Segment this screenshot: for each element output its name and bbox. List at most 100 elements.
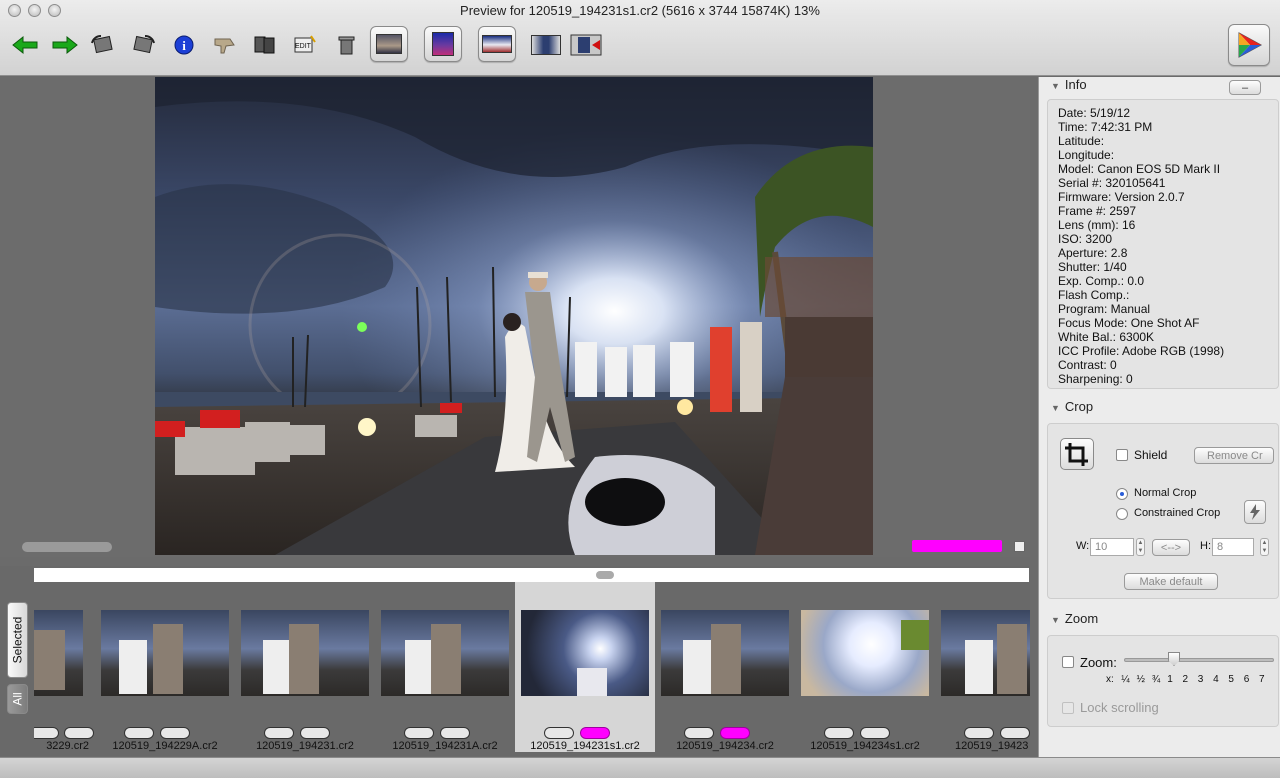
zoom-checkbox[interactable]: [1062, 656, 1074, 668]
label-pill[interactable]: [300, 727, 330, 739]
shield-checkbox[interactable]: [1116, 449, 1128, 461]
tab-selected[interactable]: Selected: [7, 602, 28, 678]
back-button[interactable]: [10, 28, 40, 62]
filmstrip-item[interactable]: 120519_194231A.cr2: [375, 582, 515, 752]
info-line: White Bal.: 6300K: [1058, 330, 1155, 344]
forward-button[interactable]: [50, 28, 80, 62]
edit-iptc-button[interactable]: EDIT: [290, 28, 320, 62]
zoom-slider-thumb[interactable]: [1168, 652, 1180, 666]
label-pill[interactable]: [860, 727, 890, 739]
rating-pill[interactable]: [964, 727, 994, 739]
zoom-scale-label: ¼: [1121, 674, 1130, 685]
crop-width-field[interactable]: 10: [1090, 538, 1134, 556]
info-line: ISO: 3200: [1058, 232, 1113, 246]
filmstrip-item[interactable]: 120519_194234.cr2: [655, 582, 795, 752]
preview-pane: [0, 77, 1030, 557]
label-pill[interactable]: [440, 727, 470, 739]
swap-dimensions-button[interactable]: <-->: [1152, 539, 1190, 556]
photo-render: [155, 77, 873, 555]
label-pill[interactable]: [580, 727, 610, 739]
delete-button[interactable]: [332, 28, 360, 62]
crop-width-stepper[interactable]: ▲ ▼: [1136, 538, 1145, 556]
zoom-section-header[interactable]: ▼ Zoom: [1051, 611, 1098, 626]
info-line: Contrast: 0: [1058, 358, 1117, 372]
filmstrip-item[interactable]: 120519_194234s1.cr2: [795, 582, 935, 752]
tab-all[interactable]: All: [7, 684, 28, 714]
filmstrip-item[interactable]: 120519_194231.cr2: [235, 582, 375, 752]
color-wheel-icon: [1238, 32, 1263, 58]
remove-crop-button[interactable]: Remove Cr: [1194, 447, 1274, 464]
zoom-slider[interactable]: [1124, 658, 1274, 662]
color-label-indicator[interactable]: [912, 540, 1002, 552]
info-collapse-button[interactable]: –: [1229, 80, 1261, 95]
rating-pill[interactable]: [264, 727, 294, 739]
info-section-header[interactable]: ▼ Info: [1051, 77, 1087, 92]
make-default-button[interactable]: Make default: [1124, 573, 1218, 590]
filmstrip-filename: 3229.cr2: [46, 740, 89, 752]
send-view-icon: [570, 34, 602, 56]
zoom-label: Zoom:: [1080, 655, 1117, 670]
crop-tool-button[interactable]: [1060, 438, 1094, 470]
info-line: Time: 7:42:31 PM: [1058, 120, 1153, 134]
height-label: H:: [1200, 540, 1211, 552]
label-pill[interactable]: [720, 727, 750, 739]
preview-option-toggle[interactable]: [1014, 541, 1025, 552]
info-line: Latitude:: [1058, 134, 1105, 148]
single-view-icon: [531, 35, 561, 55]
svg-text:i: i: [182, 38, 186, 53]
rating-pill[interactable]: [404, 727, 434, 739]
rating-pill[interactable]: [684, 727, 714, 739]
rating-pill[interactable]: [824, 727, 854, 739]
compare-button[interactable]: [250, 28, 280, 62]
rating-pill[interactable]: [544, 727, 574, 739]
color-settings-button[interactable]: [1228, 24, 1270, 66]
rotate-right-button[interactable]: [128, 28, 158, 62]
single-view-button[interactable]: [530, 28, 562, 62]
rotate-left-button[interactable]: [88, 28, 118, 62]
reject-button[interactable]: [210, 28, 240, 62]
info-box: Date: 5/19/12 Time: 7:42:31 PM Latitude: Lo…: [1047, 99, 1279, 389]
window-title: Preview for 120519_194231s1.cr2 (5616 x …: [460, 3, 820, 18]
filmstrip-view-button[interactable]: [478, 26, 516, 62]
filmstrip-filename: 120519_194231A.cr2: [392, 740, 498, 752]
light-table-view-button[interactable]: [370, 26, 408, 62]
lock-scrolling-checkbox[interactable]: [1062, 702, 1074, 714]
zoom-scale-label: 7: [1259, 674, 1265, 685]
rating-pill[interactable]: [124, 727, 154, 739]
filmstrip-item[interactable]: 3229.cr2: [34, 582, 94, 752]
preview-view-button[interactable]: [424, 26, 462, 62]
auto-crop-button[interactable]: [1244, 500, 1266, 524]
preview-photo[interactable]: [155, 77, 873, 555]
info-line: Serial #: 320105641: [1058, 176, 1166, 190]
bottom-status-bar: [0, 757, 1280, 778]
crop-height-field[interactable]: 8: [1212, 538, 1254, 556]
filmstrip-filename: 120519_194231s1.cr2: [530, 740, 640, 752]
rating-pill[interactable]: [34, 727, 59, 739]
constrained-crop-radio[interactable]: [1116, 508, 1128, 520]
zoom-scale-label: ½: [1136, 674, 1145, 685]
info-line: Firmware: Version 2.0.7: [1058, 190, 1185, 204]
zoom-scale-label: 4: [1213, 674, 1219, 685]
label-pill[interactable]: [64, 727, 94, 739]
filmstrip-item[interactable]: 120519_19423: [935, 582, 1030, 752]
zoom-scale-label: x:: [1106, 674, 1114, 685]
send-view-button[interactable]: [570, 28, 602, 62]
preview-view-icon: [432, 32, 454, 56]
filmstrip-filename: 120519_194234.cr2: [676, 740, 774, 752]
crop-height-stepper[interactable]: ▲ ▼: [1260, 538, 1269, 556]
width-label: W:: [1076, 540, 1090, 552]
normal-crop-radio[interactable]: [1116, 488, 1128, 500]
cards-icon: [254, 36, 275, 54]
label-pill[interactable]: [160, 727, 190, 739]
filmstrip-item[interactable]: 120519_194229A.cr2: [95, 582, 235, 752]
trash-icon: [338, 36, 355, 55]
preview-resize-handle[interactable]: [22, 542, 112, 552]
info-button[interactable]: i: [170, 28, 198, 62]
label-pill[interactable]: [1000, 727, 1030, 739]
filmstrip-item-selected[interactable]: 120519_194231s1.cr2: [515, 582, 655, 752]
zoom-scale-label: 5: [1228, 674, 1234, 685]
info-line: Date: 5/19/12: [1058, 106, 1131, 120]
info-line: Lens (mm): 16: [1058, 218, 1136, 232]
filmstrip-view-icon: [482, 35, 512, 53]
crop-section-header[interactable]: ▼ Crop: [1051, 399, 1093, 414]
